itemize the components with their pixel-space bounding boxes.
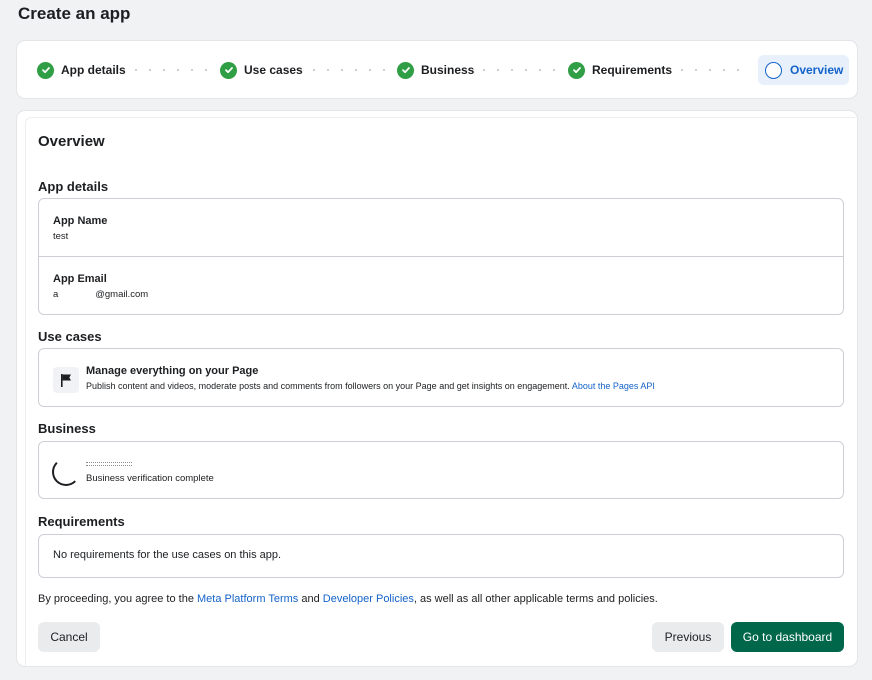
go-to-dashboard-button[interactable]: Go to dashboard	[731, 622, 844, 652]
step-label: Business	[421, 63, 475, 77]
check-circle-icon	[37, 61, 54, 79]
use-case-description: Publish content and videos, moderate pos…	[86, 381, 655, 391]
developer-policies-link[interactable]: Developer Policies	[323, 593, 414, 605]
previous-button[interactable]: Previous	[652, 622, 724, 652]
divider	[39, 256, 843, 257]
step-label: App details	[61, 63, 126, 77]
step-connector	[675, 69, 751, 71]
business-name-redacted	[86, 462, 132, 466]
step-use-cases[interactable]: Use cases	[220, 55, 303, 85]
use-cases-heading: Use cases	[38, 329, 102, 344]
requirements-heading: Requirements	[38, 514, 125, 529]
flag-icon	[53, 367, 79, 393]
cancel-button[interactable]: Cancel	[38, 622, 100, 652]
pages-api-link[interactable]: About the Pages API	[572, 381, 655, 391]
check-circle-icon	[568, 61, 585, 79]
step-overview[interactable]: Overview	[758, 55, 850, 85]
check-circle-icon	[397, 61, 414, 79]
stepper: App details Use cases Business Requireme…	[17, 41, 857, 98]
use-case-title: Manage everything on your Page	[86, 365, 259, 377]
requirements-box: No requirements for the use cases on thi…	[38, 534, 844, 578]
app-email-label: App Email	[53, 273, 107, 285]
app-details-heading: App details	[38, 179, 109, 194]
page-title: Create an app	[18, 4, 131, 23]
app-name-label: App Name	[53, 215, 108, 227]
step-label: Overview	[790, 63, 844, 77]
business-heading: Business	[38, 421, 96, 436]
requirements-text: No requirements for the use cases on thi…	[53, 549, 282, 561]
business-avatar	[52, 458, 80, 486]
business-box: Business verification complete	[38, 441, 844, 499]
step-business[interactable]: Business	[397, 55, 474, 85]
app-details-box: App Name test App Email a @gmail.com	[38, 198, 844, 315]
step-app-details[interactable]: App details	[37, 55, 126, 85]
check-circle-icon	[220, 61, 237, 79]
app-email-value: a @gmail.com	[53, 289, 149, 300]
step-requirements[interactable]: Requirements	[568, 55, 672, 85]
circle-outline-icon	[765, 61, 782, 79]
step-connector	[307, 69, 389, 71]
meta-platform-terms-link[interactable]: Meta Platform Terms	[197, 593, 298, 605]
app-name-value: test	[53, 231, 69, 242]
step-label: Requirements	[592, 63, 673, 77]
step-label: Use cases	[244, 63, 303, 77]
overview-heading: Overview	[38, 133, 105, 150]
step-connector	[129, 69, 211, 71]
use-case-item: Manage everything on your Page Publish c…	[38, 348, 844, 407]
terms-text: By proceeding, you agree to the Meta Pla…	[38, 593, 658, 605]
business-status: Business verification complete	[86, 473, 214, 484]
step-connector	[477, 69, 559, 71]
